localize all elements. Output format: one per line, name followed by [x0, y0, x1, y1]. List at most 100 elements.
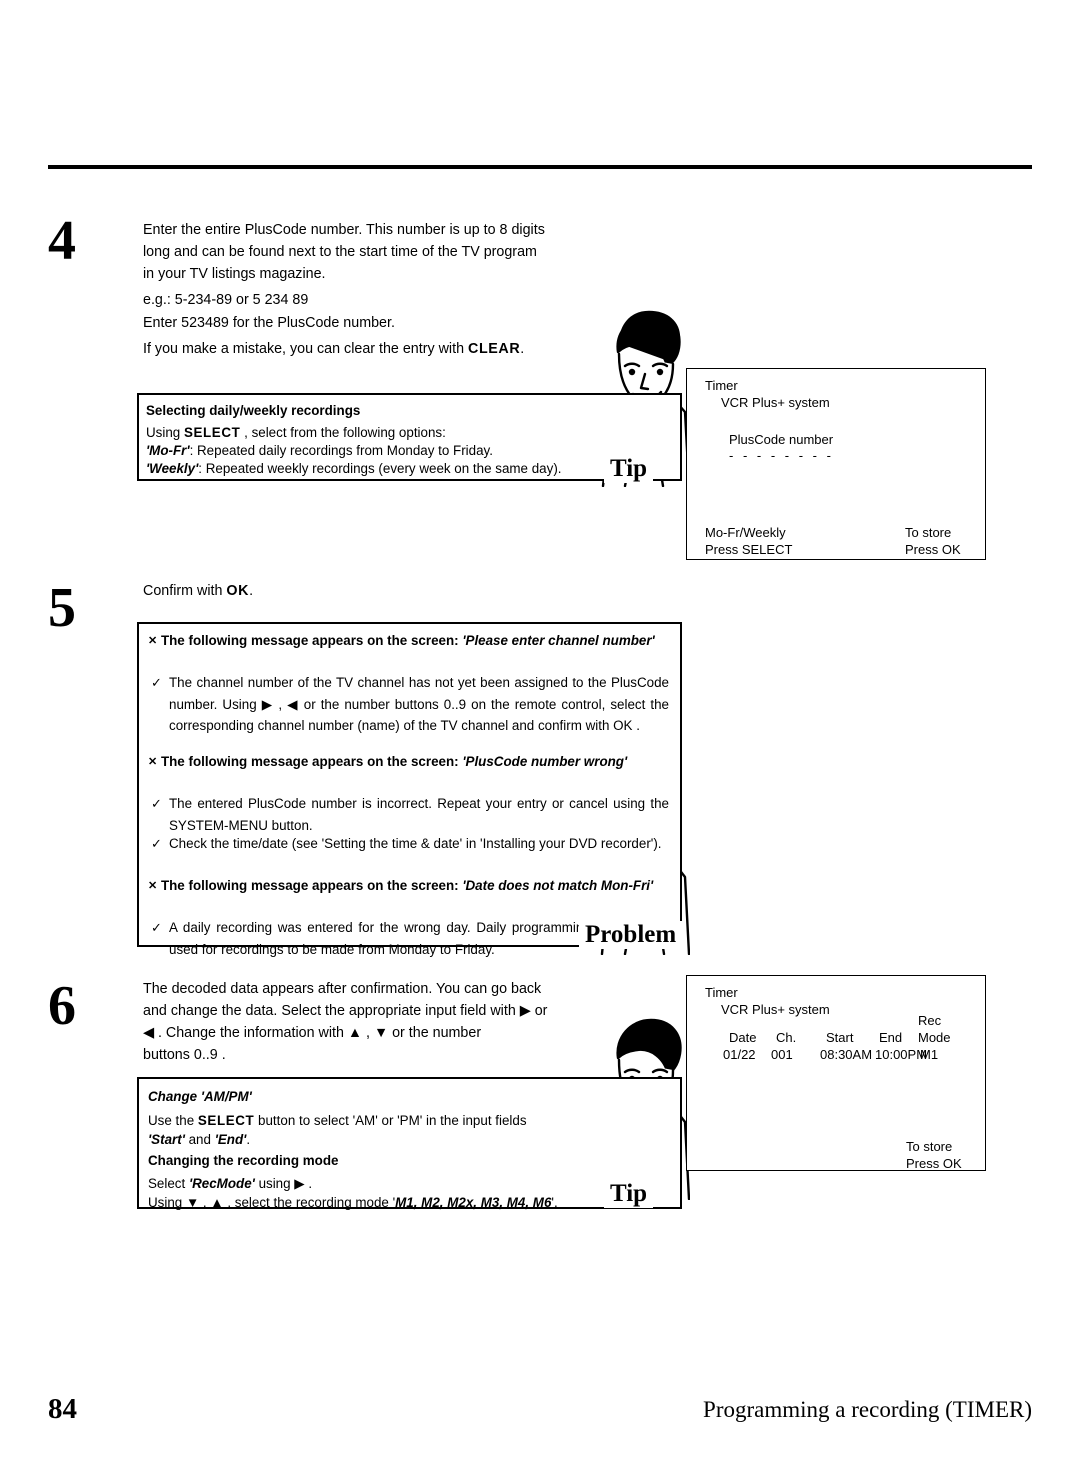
tv2-header-mode: Mode — [918, 1030, 951, 1045]
tip-2-recmode-term: 'RecMode' — [188, 1176, 255, 1191]
tv1-field-value[interactable]: - - - - - - - - — [729, 448, 834, 463]
ok-button-label-1[interactable]: OK — [226, 583, 249, 599]
select-button-label-2[interactable]: SELECT — [198, 1113, 254, 1128]
step-5-text: Confirm with OK. — [143, 580, 583, 602]
check-icon-1: ✓ — [151, 675, 162, 690]
problem-entry-2-heading-pre: The following message appears on the scr… — [160, 754, 463, 769]
problem-callout: ✕ The following message appears on the s… — [137, 622, 682, 957]
tip-callout-1: Selecting daily/weekly recordings Using … — [137, 393, 682, 481]
step-4-line-3: in your TV listings magazine. — [143, 266, 326, 283]
step-4-line-2: long and can be found next to the start … — [143, 244, 537, 261]
problem-label: Problem — [579, 921, 683, 949]
tv2-title: Timer — [705, 985, 738, 1000]
problem-entry-2-item-1: ✓ The entered PlusCode number is incorre… — [151, 793, 669, 836]
check-icon-3: ✓ — [151, 836, 162, 851]
step-5-confirm-pre: Confirm with — [143, 583, 227, 599]
tip-1-term-mofr: 'Mo-Fr' — [146, 443, 190, 458]
tip-2-heading-1: Change 'AM/PM' — [148, 1087, 252, 1107]
tip-1-line-1-post: , select from the following options: — [240, 425, 446, 440]
step-6-line-4: buttons 0..9 . — [143, 1047, 226, 1064]
tip-2-line-4-b: '. — [551, 1195, 558, 1210]
tv2-row-ch[interactable]: 001 — [771, 1047, 793, 1062]
tip-callout-2: Change 'AM/PM' Use the SELECT button to … — [137, 1077, 682, 1210]
tv2-row-mode[interactable]: M1 — [920, 1047, 938, 1062]
problem-entry-2-heading: ✕ The following message appears on the s… — [148, 752, 668, 772]
problem-entry-1-heading-msg: 'Please enter channel number' — [462, 633, 655, 648]
step-number-5: 5 — [48, 577, 76, 639]
tip-2-recmode-values: M1, M2, M2x, M3, M4, M6 — [395, 1195, 552, 1210]
problem-entry-2-heading-msg: 'PlusCode number wrong' — [462, 754, 628, 769]
tv1-right-line-2: Press OK — [905, 542, 961, 557]
tip-2-line-4-a: Using ▼ , ▲ , select the recording mode … — [148, 1195, 396, 1210]
tv1-right-line-1: To store — [905, 525, 952, 540]
tip-1-line-3: 'Weekly': Repeated weekly recordings (ev… — [146, 458, 562, 480]
tip-1-term-weekly: 'Weekly' — [146, 461, 199, 476]
tip-2-line-2-d: . — [246, 1132, 251, 1147]
problem-entry-3-heading: ✕ The following message appears on the s… — [148, 876, 668, 896]
tip-1-line-2-rest: : Repeated daily recordings from Monday … — [189, 443, 493, 458]
step-5-confirm-post: . — [249, 583, 254, 599]
step-4-line-1: Enter the entire PlusCode number. This n… — [143, 222, 545, 238]
step-4-clear-pre: If you make a mistake, you can clear the… — [143, 340, 469, 357]
tip-label-2: Tip — [604, 1180, 654, 1208]
tip-label-1: Tip — [604, 455, 654, 483]
problem-bullet-icon-1: ✕ — [148, 635, 158, 647]
tv1-left-line-1: Mo-Fr/Weekly — [705, 525, 786, 540]
tip-1-line-3-rest: : Repeated weekly recordings (every week… — [198, 461, 562, 476]
page-number: 84 — [48, 1393, 77, 1425]
check-icon-2: ✓ — [151, 796, 162, 811]
tip-2-line-2-b: and — [184, 1132, 215, 1147]
step-4-clear-post: . — [520, 340, 525, 357]
tv2-header-end: End — [879, 1030, 903, 1045]
tv1-left-line-2: Press SELECT — [705, 542, 793, 557]
tv2-row-start[interactable]: 08:30AM — [820, 1047, 872, 1062]
tip-2-start-term: 'Start' — [148, 1132, 185, 1147]
step-6-text: The decoded data appears after confirmat… — [143, 978, 575, 1067]
problem-entry-2-item-2: ✓ Check the time/date (see 'Setting the … — [151, 833, 669, 855]
manual-page: 4 Enter the entire PlusCode number. This… — [0, 0, 1080, 1473]
clear-button-label[interactable]: CLEAR — [468, 341, 520, 357]
tv2-subtitle: VCR Plus+ system — [721, 1002, 830, 1017]
tv1-title: Timer — [705, 378, 738, 393]
step-6-line-2: and change the data. Select the appropri… — [143, 1003, 548, 1020]
tip-2-line-4: Using ▼ , ▲ , select the recording mode … — [148, 1192, 558, 1214]
tip-2-line-2: 'Start' and 'End'. — [148, 1129, 250, 1151]
tip-2-line-1-b: button to select 'AM' or 'PM' in the inp… — [254, 1113, 527, 1128]
tv2-row-date[interactable]: 01/22 — [723, 1047, 756, 1062]
problem-entry-3-heading-pre: The following message appears on the scr… — [160, 878, 463, 893]
tv2-right-line-1: To store — [906, 1139, 953, 1154]
step-number-6: 6 — [48, 975, 76, 1037]
footer-chapter-title: Programming a recording (TIMER) — [703, 1397, 1032, 1422]
step-6-line-3: ◀ . Change the information with ▲ , ▼ or… — [143, 1025, 482, 1042]
header-rule — [48, 165, 1032, 169]
problem-entry-1-item-1-text: The channel number of the TV channel has… — [169, 675, 669, 734]
problem-bullet-icon-3: ✕ — [148, 880, 158, 892]
step-number-4: 4 — [48, 210, 76, 272]
tip-2-line-3-a: Select — [148, 1176, 189, 1191]
tv-screen-timer-data: Timer VCR Plus+ system Rec Date Ch. Star… — [686, 975, 986, 1171]
tv-screen-timer-pluscode: Timer VCR Plus+ system PlusCode number -… — [686, 368, 986, 560]
tip-2-heading-1-text: Change 'AM/PM' — [148, 1089, 252, 1104]
step-4-example: e.g.: 5-234-89 or 5 234 89 — [143, 292, 309, 309]
step-4-clear-line: If you make a mistake, you can clear the… — [143, 338, 575, 360]
tip-1-line-1-pre: Using — [146, 425, 184, 440]
step-4-text: Enter the entire PlusCode number. This n… — [143, 219, 575, 360]
step-4-line-5: Enter 523489 for the PlusCode number. — [143, 314, 395, 331]
tv2-header-start: Start — [826, 1030, 854, 1045]
problem-entry-1-heading-pre: The following message appears on the scr… — [160, 633, 463, 648]
tv1-field-label: PlusCode number — [729, 432, 834, 447]
check-icon-4: ✓ — [151, 920, 162, 935]
step-6-line-1: The decoded data appears after confirmat… — [143, 981, 542, 997]
tip-1-heading: Selecting daily/weekly recordings — [146, 403, 361, 418]
tv1-subtitle: VCR Plus+ system — [721, 395, 830, 410]
problem-entry-3-heading-msg: 'Date does not match Mon-Fri' — [462, 878, 654, 893]
tv2-right-line-2: Press OK — [906, 1156, 962, 1171]
tip-2-heading-2: Changing the recording mode — [148, 1153, 339, 1168]
tv2-header-ch: Ch. — [776, 1030, 797, 1045]
tv2-rec-label: Rec — [918, 1013, 942, 1028]
select-button-label-1[interactable]: SELECT — [184, 425, 240, 440]
tip-2-end-term: 'End' — [214, 1132, 247, 1147]
problem-entry-2-item-1-text: The entered PlusCode number is incorrect… — [169, 796, 669, 833]
problem-entry-2-item-2-text: Check the time/date (see 'Setting the ti… — [169, 836, 662, 851]
tip-2-line-1-a: Use the — [148, 1113, 198, 1128]
